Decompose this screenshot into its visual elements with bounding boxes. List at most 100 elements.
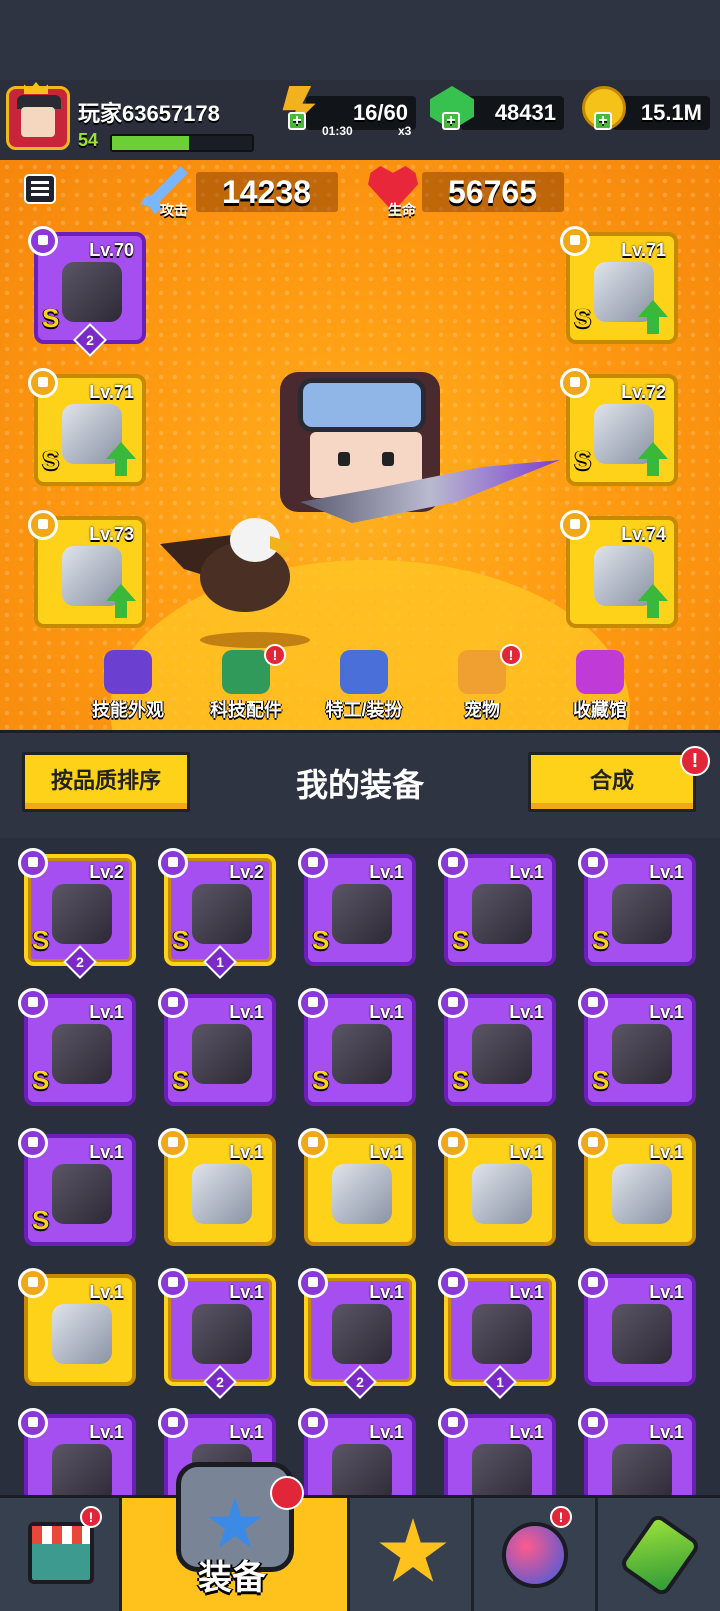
item-grade: S xyxy=(452,1065,470,1095)
equipment-item-icon xyxy=(472,1444,532,1498)
energy-timer: 01:30 xyxy=(322,124,353,138)
feature-tech-parts[interactable]: 科技配件! xyxy=(194,644,298,722)
item-star-badge: 1 xyxy=(203,945,237,979)
health-stat: 56765 xyxy=(422,172,564,212)
xp-bar xyxy=(110,134,254,152)
gem-counter[interactable]: + 48431 xyxy=(430,86,564,130)
item-level: Lv.1 xyxy=(649,1002,684,1022)
equipment-item-icon xyxy=(332,1164,392,1224)
inventory-slot[interactable]: Lv.1 2 xyxy=(158,1268,276,1399)
player-level: 54 xyxy=(78,130,99,150)
feature-label: 宠物 xyxy=(464,700,500,720)
feature-agent-costume[interactable]: 特工/装扮 xyxy=(312,650,416,722)
player-name: 玩家63657178 xyxy=(78,101,220,126)
item-level: Lv.1 xyxy=(229,1282,264,1302)
battle-icon xyxy=(379,1518,447,1582)
nav-battle[interactable] xyxy=(350,1498,474,1611)
inventory-grid: Lv.2 S 2 Lv.2 S 1 Lv.1 S Lv.1 S Lv.1 S Lv.1 S Lv.1 S Lv.… xyxy=(0,838,720,1498)
item-level: Lv.71 xyxy=(89,382,134,402)
attack-label: 攻击 xyxy=(160,202,188,218)
item-level: Lv.72 xyxy=(621,382,666,402)
feature-alert-badge: ! xyxy=(264,644,286,666)
inventory-slot[interactable]: Lv.1 2 xyxy=(298,1268,416,1399)
equipment-item-icon xyxy=(192,1304,252,1364)
equipped-slot-left-1[interactable]: Lv.70 S 2 xyxy=(28,226,146,357)
item-level: Lv.1 xyxy=(369,1422,404,1442)
player-avatar[interactable] xyxy=(6,86,70,150)
item-level: Lv.1 xyxy=(509,1422,544,1442)
slot-category-icon xyxy=(578,848,608,878)
item-grade: S xyxy=(574,445,592,475)
tech-parts-icon xyxy=(222,650,270,694)
inventory-slot[interactable]: Lv.1 xyxy=(438,1408,556,1498)
inventory-slot[interactable]: Lv.1 S xyxy=(298,848,416,966)
inventory-slot[interactable]: Lv.1 xyxy=(298,1408,416,1498)
feature-label: 科技配件 xyxy=(210,700,282,720)
inventory-slot[interactable]: Lv.1 xyxy=(578,1268,696,1386)
add-coins-button[interactable]: + xyxy=(594,112,612,130)
inventory-slot[interactable]: Lv.1 1 xyxy=(438,1268,556,1399)
slot-category-icon xyxy=(560,510,590,540)
inventory-slot[interactable]: Lv.1 S xyxy=(578,988,696,1106)
bottom-nav: ! 装备 ! xyxy=(0,1462,720,1611)
nav-equipment[interactable]: 装备 xyxy=(122,1462,350,1611)
item-level: Lv.1 xyxy=(89,1422,124,1442)
add-gems-button[interactable]: + xyxy=(442,112,460,130)
inventory-slot[interactable]: Lv.1 xyxy=(158,1128,276,1246)
inventory-slot[interactable]: Lv.1 S xyxy=(18,988,136,1106)
inventory-slot[interactable]: Lv.1 S xyxy=(18,1128,136,1246)
inventory-slot[interactable]: Lv.1 xyxy=(18,1408,136,1498)
inventory-slot[interactable]: Lv.1 S xyxy=(298,988,416,1106)
slot-category-icon xyxy=(438,1408,468,1438)
equipment-item-icon xyxy=(62,262,122,322)
item-star-count: 2 xyxy=(356,1374,364,1390)
merge-button[interactable]: 合成 xyxy=(528,752,696,812)
item-level: Lv.1 xyxy=(509,1002,544,1022)
add-energy-button[interactable]: + xyxy=(288,112,306,130)
feature-skill-skin[interactable]: 技能外观 xyxy=(76,650,180,722)
nav-shop[interactable]: ! xyxy=(0,1498,122,1611)
item-star-badge: 1 xyxy=(483,1365,517,1399)
inventory-slot[interactable]: Lv.1 S xyxy=(438,848,556,966)
feature-pet[interactable]: 宠物! xyxy=(430,644,534,722)
feature-collection[interactable]: 收藏馆 xyxy=(548,650,652,722)
item-grade: S xyxy=(312,1065,330,1095)
nav-lab[interactable] xyxy=(598,1498,720,1611)
inventory-slot[interactable]: Lv.1 S xyxy=(438,988,556,1106)
inventory-slot[interactable]: Lv.2 S 2 xyxy=(18,848,136,979)
inventory-slot[interactable]: Lv.2 S 1 xyxy=(158,848,276,979)
inventory-slot[interactable]: Lv.1 xyxy=(578,1128,696,1246)
equipped-slot-left-2[interactable]: Lv.71 S xyxy=(28,368,146,486)
coin-counter[interactable]: + 15.1M xyxy=(582,86,710,130)
nav-equipment-label: 装备 xyxy=(198,1559,266,1597)
menu-button[interactable] xyxy=(24,174,56,204)
inventory-slot[interactable]: Lv.1 xyxy=(438,1128,556,1246)
equipped-slot-left-3[interactable]: Lv.73 xyxy=(28,510,146,628)
equipped-slot-right-2[interactable]: Lv.72 S xyxy=(560,368,678,486)
inventory-slot[interactable]: Lv.1 S xyxy=(578,848,696,966)
inventory-slot[interactable]: Lv.1 xyxy=(18,1268,136,1386)
inventory-slot[interactable]: Lv.1 S xyxy=(158,988,276,1106)
slot-category-icon xyxy=(298,848,328,878)
inventory-slot[interactable]: Lv.1 xyxy=(578,1408,696,1498)
item-star-count: 2 xyxy=(216,1374,224,1390)
equipped-slot-right-3[interactable]: Lv.74 xyxy=(560,510,678,628)
item-level: Lv.1 xyxy=(369,862,404,882)
item-level: Lv.74 xyxy=(621,524,666,544)
item-star-count: 1 xyxy=(216,954,224,970)
equipped-slot-right-1[interactable]: Lv.71 S xyxy=(560,226,678,344)
slot-category-icon xyxy=(18,988,48,1018)
nav-planet[interactable]: ! xyxy=(474,1498,598,1611)
slot-category-icon xyxy=(158,988,188,1018)
equipment-item-icon xyxy=(192,884,252,944)
item-star-count: 2 xyxy=(86,332,94,348)
slot-category-icon xyxy=(158,1408,188,1438)
eagle-pet[interactable] xyxy=(160,512,310,622)
inventory-slot[interactable]: Lv.1 xyxy=(298,1128,416,1246)
slot-category-icon xyxy=(438,988,468,1018)
shop-alert-badge: ! xyxy=(80,1506,102,1528)
slot-category-icon xyxy=(158,1268,188,1298)
item-level: Lv.1 xyxy=(229,1422,264,1442)
slot-category-icon xyxy=(18,1128,48,1158)
equipment-alert-badge xyxy=(270,1476,304,1510)
